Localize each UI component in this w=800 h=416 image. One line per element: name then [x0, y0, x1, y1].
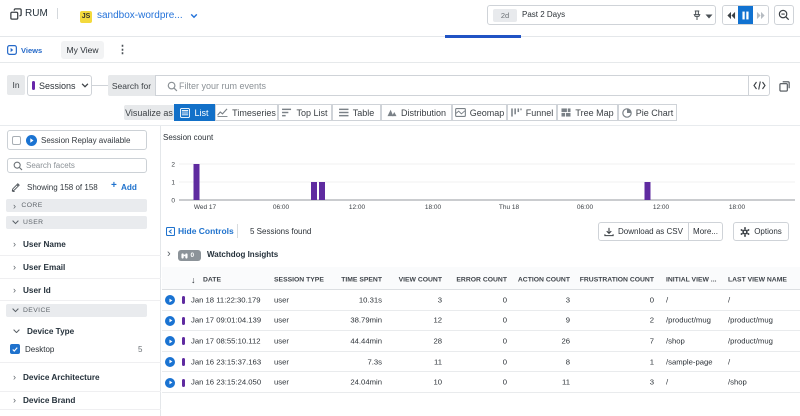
svg-text:2: 2: [171, 162, 175, 169]
svg-text:Wed 17: Wed 17: [194, 204, 217, 211]
svg-text:06:00: 06:00: [577, 204, 594, 211]
svg-text:Thu 18: Thu 18: [499, 204, 520, 211]
svg-text:12:00: 12:00: [653, 204, 670, 211]
svg-text:12:00: 12:00: [349, 204, 366, 211]
svg-text:18:00: 18:00: [425, 204, 442, 211]
svg-text:18:00: 18:00: [729, 204, 746, 211]
svg-text:06:00: 06:00: [273, 204, 290, 211]
svg-text:0: 0: [171, 198, 175, 205]
svg-text:1: 1: [171, 180, 175, 187]
